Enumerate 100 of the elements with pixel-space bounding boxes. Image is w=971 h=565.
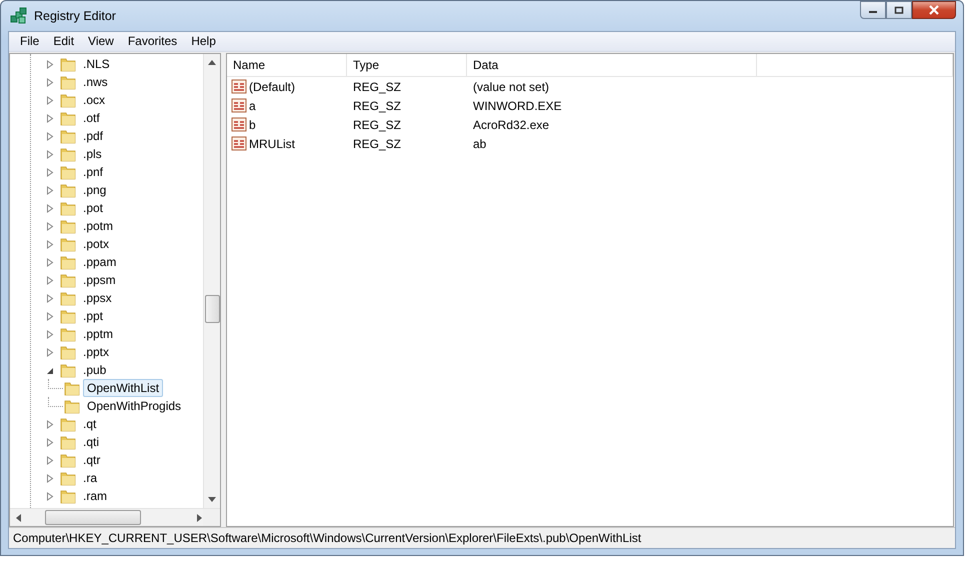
- tree-item[interactable]: .ppt: [79, 307, 108, 325]
- expand-arrow-icon[interactable]: [46, 60, 54, 68]
- tree-item[interactable]: .ppam: [79, 253, 120, 271]
- folder-icon: [60, 290, 76, 306]
- collapse-arrow-icon[interactable]: [46, 366, 54, 374]
- close-icon: [928, 5, 940, 15]
- value-type: REG_SZ: [352, 80, 402, 94]
- folder-icon: [60, 272, 76, 288]
- tree-item[interactable]: .qt: [79, 415, 100, 433]
- tree-item[interactable]: .qti: [79, 433, 104, 451]
- expand-arrow-icon[interactable]: [46, 132, 54, 140]
- menu-item[interactable]: Help: [184, 32, 223, 51]
- folder-icon: [64, 398, 80, 414]
- expand-arrow-icon[interactable]: [46, 492, 54, 500]
- minimize-button[interactable]: [860, 1, 886, 19]
- expand-arrow-icon[interactable]: [46, 312, 54, 320]
- window-title: Registry Editor: [34, 9, 116, 23]
- horizontal-scrollbar[interactable]: [10, 508, 220, 526]
- expand-arrow-icon[interactable]: [46, 348, 54, 356]
- expand-arrow-icon[interactable]: [46, 204, 54, 212]
- registry-cubes-icon: [10, 7, 28, 25]
- value-data: WINWORD.EXE: [472, 98, 563, 112]
- tree-item[interactable]: .pot: [79, 199, 108, 217]
- tree-item[interactable]: .ppsm: [79, 271, 120, 289]
- column-header[interactable]: Data: [467, 54, 757, 76]
- scroll-up-icon[interactable]: [208, 60, 216, 65]
- scroll-down-icon[interactable]: [208, 497, 216, 502]
- value-type: REG_SZ: [352, 98, 402, 112]
- value-name: MRUList: [249, 136, 296, 150]
- folder-icon: [60, 308, 76, 324]
- folder-icon: [64, 380, 80, 396]
- folder-icon: [60, 164, 76, 180]
- tree-item[interactable]: .ppsx: [79, 289, 116, 307]
- expand-arrow-icon[interactable]: [46, 168, 54, 176]
- tree-item[interactable]: .pptm: [79, 325, 118, 343]
- menu-item[interactable]: File: [13, 32, 46, 51]
- tree-item[interactable]: .pls: [79, 145, 106, 163]
- folder-icon: [60, 200, 76, 216]
- tree-item[interactable]: .pdf: [79, 127, 108, 145]
- folder-icon: [60, 92, 76, 108]
- string-value-icon: [231, 117, 247, 132]
- tree-item[interactable]: .pub: [79, 361, 110, 379]
- folder-icon: [60, 416, 76, 432]
- scroll-thumb[interactable]: [45, 510, 141, 525]
- tree-item[interactable]: OpenWithList: [83, 379, 164, 397]
- tree-item[interactable]: .qtr: [79, 451, 104, 469]
- tree-item[interactable]: .nws: [79, 73, 112, 91]
- tree-item[interactable]: .NLS: [79, 55, 114, 73]
- expand-arrow-icon[interactable]: [46, 420, 54, 428]
- expand-arrow-icon[interactable]: [46, 474, 54, 482]
- tree-item[interactable]: .potm: [79, 217, 118, 235]
- status-bar: Computer\HKEY_CURRENT_USER\Software\Microsoft\Windows\CurrentVersion\Explorer\FileExts\.pub\OpenWithList: [9, 527, 955, 548]
- menu-item[interactable]: Edit: [46, 32, 82, 51]
- expand-arrow-icon[interactable]: [46, 240, 54, 248]
- value-data: AcroRd32.exe: [472, 118, 550, 132]
- folder-icon: [60, 218, 76, 234]
- expand-arrow-icon[interactable]: [46, 150, 54, 158]
- expand-arrow-icon[interactable]: [46, 114, 54, 122]
- expand-arrow-icon[interactable]: [46, 456, 54, 464]
- expand-arrow-icon[interactable]: [46, 330, 54, 338]
- maximize-button[interactable]: [886, 1, 912, 19]
- value-name: b: [249, 118, 256, 132]
- tree-item[interactable]: .ram: [79, 487, 111, 505]
- folder-icon: [60, 74, 76, 90]
- tree-item[interactable]: .otf: [79, 109, 104, 127]
- tree-item[interactable]: .ocx: [79, 91, 110, 109]
- folder-icon: [60, 452, 76, 468]
- expand-arrow-icon[interactable]: [46, 294, 54, 302]
- value-type: REG_SZ: [352, 136, 402, 150]
- expand-arrow-icon[interactable]: [46, 438, 54, 446]
- expand-arrow-icon[interactable]: [46, 96, 54, 104]
- expand-arrow-icon[interactable]: [46, 276, 54, 284]
- menu-item[interactable]: Favorites: [120, 32, 184, 51]
- value-name: a: [249, 98, 256, 112]
- tree-item[interactable]: .pnf: [79, 163, 108, 181]
- tree-item[interactable]: .png: [79, 181, 110, 199]
- scroll-left-icon[interactable]: [16, 514, 21, 522]
- menu-item[interactable]: View: [81, 32, 121, 51]
- tree-item[interactable]: .potx: [79, 235, 114, 253]
- close-button[interactable]: [912, 1, 956, 19]
- expand-arrow-icon[interactable]: [46, 222, 54, 230]
- tree-item[interactable]: .ra: [79, 469, 102, 487]
- folder-icon: [60, 56, 76, 72]
- column-header[interactable]: Name: [227, 54, 347, 76]
- tree-item[interactable]: .pptx: [79, 343, 114, 361]
- value-type: REG_SZ: [352, 118, 402, 132]
- value-data: ab: [472, 136, 488, 150]
- string-value-icon: [231, 79, 247, 94]
- expand-arrow-icon[interactable]: [46, 186, 54, 194]
- column-header[interactable]: Type: [347, 54, 467, 76]
- vertical-scrollbar[interactable]: [203, 54, 220, 508]
- folder-icon: [60, 128, 76, 144]
- folder-icon: [60, 236, 76, 252]
- folder-icon: [60, 470, 76, 486]
- scroll-right-icon[interactable]: [197, 514, 202, 522]
- expand-arrow-icon[interactable]: [46, 78, 54, 86]
- scroll-thumb[interactable]: [204, 295, 220, 323]
- tree-item[interactable]: OpenWithProgids: [83, 397, 186, 415]
- expand-arrow-icon[interactable]: [46, 258, 54, 266]
- value-data: (value not set): [472, 80, 550, 94]
